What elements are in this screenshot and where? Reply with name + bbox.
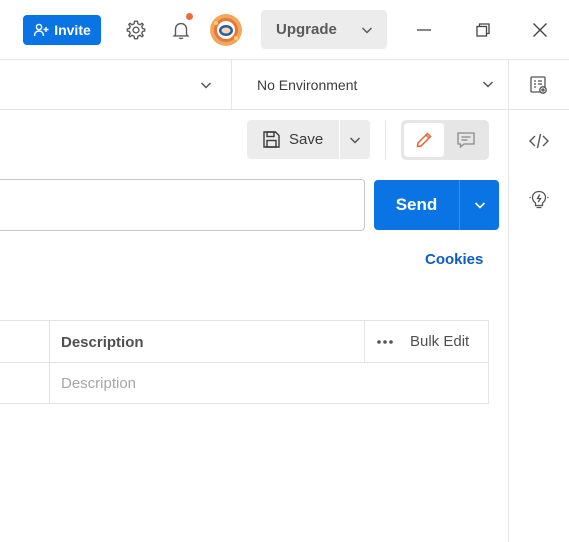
divider <box>385 121 386 159</box>
cookies-link[interactable]: Cookies <box>425 251 483 268</box>
close-icon <box>533 23 547 37</box>
environment-bar: No Environment <box>0 59 569 110</box>
send-options-button[interactable] <box>459 180 499 230</box>
chevron-down-icon <box>361 27 373 34</box>
workspace-dropdown-toggle[interactable] <box>197 76 215 94</box>
save-button[interactable]: Save <box>247 120 339 159</box>
avatar[interactable] <box>210 14 242 46</box>
pencil-icon <box>416 132 432 148</box>
description-column-header: Description <box>61 334 144 351</box>
minimize-icon <box>417 29 431 31</box>
bulk-edit-button[interactable]: Bulk Edit <box>410 333 469 350</box>
upgrade-button[interactable]: Upgrade <box>261 10 387 49</box>
environment-quick-look-button[interactable] <box>528 74 550 96</box>
right-sidebar <box>508 110 569 542</box>
environment-quick-look-icon <box>530 76 547 94</box>
code-icon <box>529 133 549 149</box>
invite-button[interactable]: Invite <box>23 15 101 45</box>
description-field[interactable] <box>50 364 488 403</box>
restore-icon <box>476 23 490 37</box>
chevron-down-icon <box>474 202 485 209</box>
comments-mode-button[interactable] <box>446 123 486 157</box>
settings-button[interactable] <box>124 18 148 42</box>
upgrade-label: Upgrade <box>276 21 337 38</box>
send-button[interactable]: Send <box>374 180 459 230</box>
notifications-button[interactable] <box>169 18 193 42</box>
environment-label: No Environment <box>257 77 358 93</box>
chevron-down-icon <box>482 81 494 88</box>
restore-button[interactable] <box>473 20 493 40</box>
title-bar: Invite Upgrade <box>0 0 569 60</box>
divider <box>508 60 509 110</box>
user-plus-icon <box>34 23 49 37</box>
notification-dot <box>185 12 194 21</box>
invite-label: Invite <box>54 22 91 38</box>
minimize-button[interactable] <box>414 20 434 40</box>
send-label: Send <box>395 195 438 214</box>
chevron-down-icon <box>200 82 212 89</box>
params-table: Description Bulk Edit <box>0 320 489 404</box>
environment-select[interactable]: No Environment <box>232 60 508 110</box>
edit-mode-button[interactable] <box>404 123 444 157</box>
mode-toggle <box>401 120 489 160</box>
url-input[interactable] <box>0 179 365 231</box>
close-window-button[interactable] <box>530 20 550 40</box>
column-divider <box>364 321 365 363</box>
lightbulb-icon <box>529 190 549 209</box>
more-options-button[interactable] <box>376 334 394 350</box>
save-label: Save <box>289 131 324 148</box>
ellipsis-icon <box>377 340 393 344</box>
bell-icon <box>172 22 190 40</box>
comment-icon <box>457 132 475 149</box>
save-icon <box>263 131 280 148</box>
gear-icon <box>126 20 146 40</box>
chevron-down-icon <box>349 136 361 144</box>
related-insights-button[interactable] <box>528 188 550 210</box>
save-options-button[interactable] <box>340 120 370 159</box>
code-snippet-button[interactable] <box>528 130 550 152</box>
